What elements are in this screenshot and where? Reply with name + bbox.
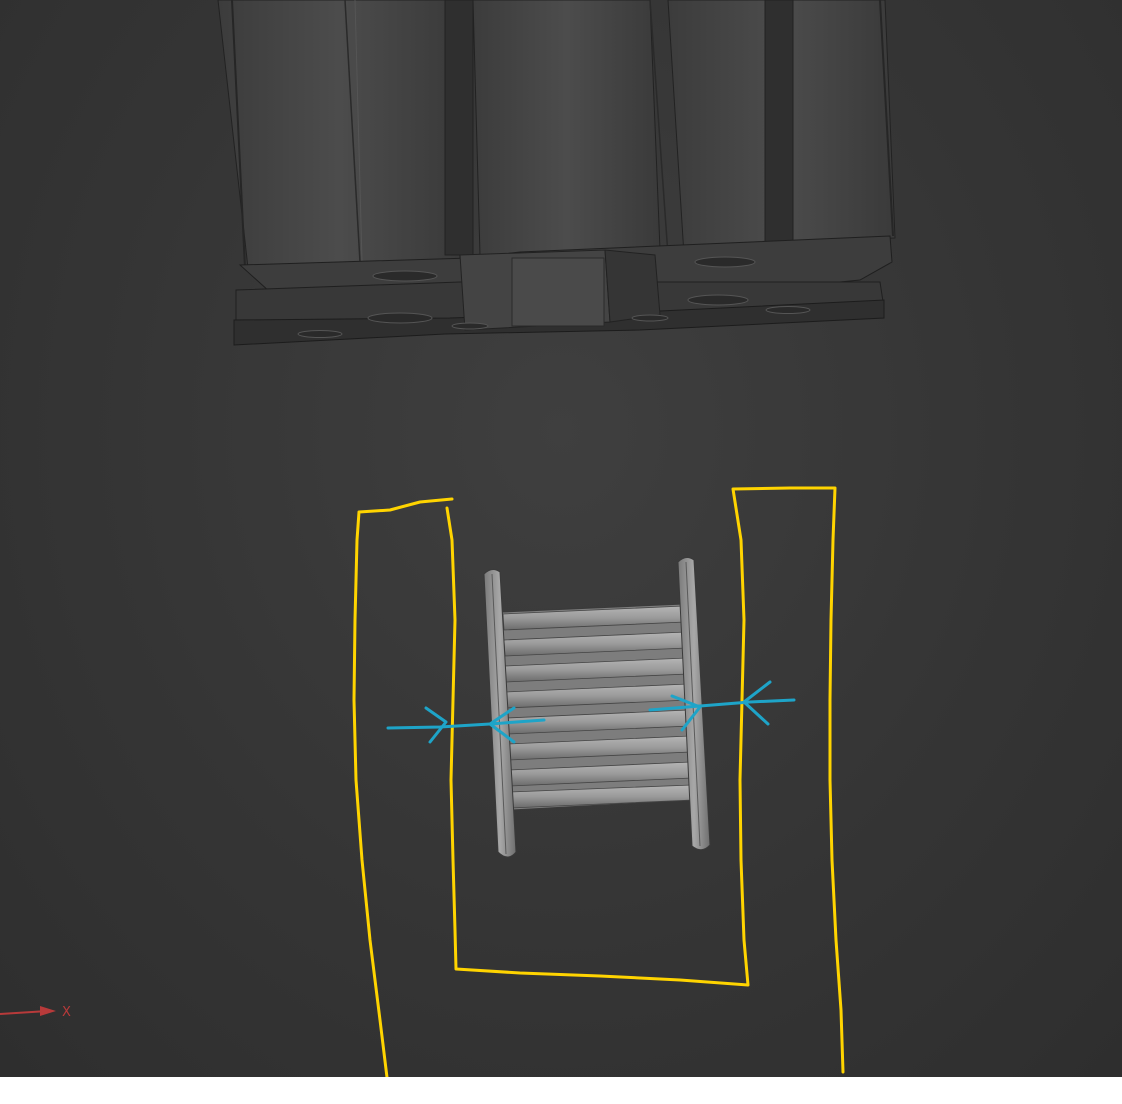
axis-triad: X [0,1005,71,1020]
scene-canvas[interactable]: X [0,0,1122,1077]
left-arrow-head-outer [424,706,448,744]
x-axis-label: X [62,1005,71,1020]
bottom-margin [0,1077,1122,1104]
cad-3d-viewport[interactable]: X [0,0,1122,1077]
aluminum-extrusion-assembly[interactable] [217,0,896,346]
